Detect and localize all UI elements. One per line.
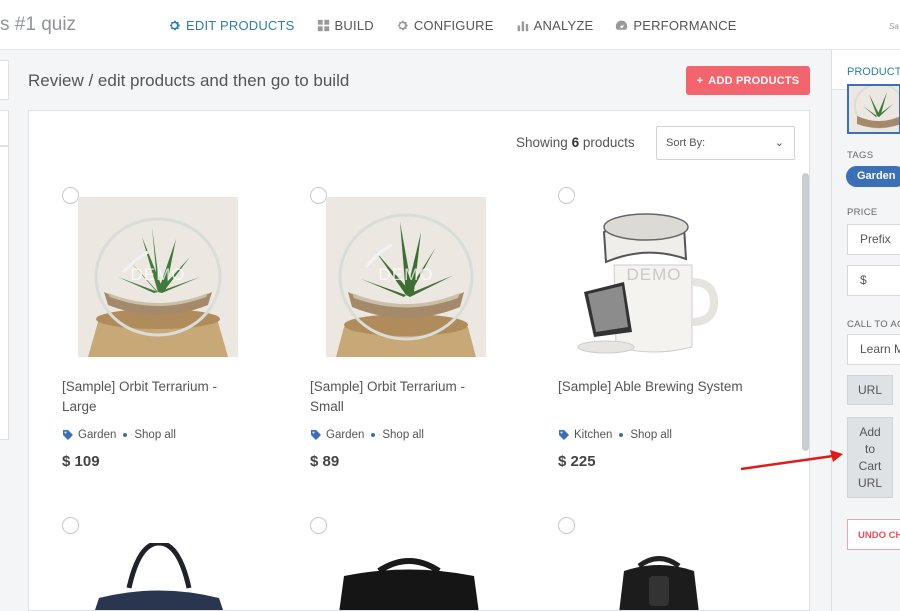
- tab-performance[interactable]: PERFORMANCE: [615, 18, 736, 33]
- demo-watermark: DEMO: [626, 265, 682, 284]
- product-detail-panel: PRODUCT TAGS Garden PRICE Prefix $ CALL …: [831, 50, 900, 611]
- product-image[interactable]: DEMO: [78, 197, 238, 357]
- tab-edit-products[interactable]: EDIT PRODUCTS: [168, 18, 295, 33]
- add-products-button[interactable]: + ADD PRODUCTS: [686, 66, 810, 95]
- product-tag: Garden: [78, 429, 117, 441]
- save-status: Sa: [889, 22, 899, 31]
- product-select-radio[interactable]: [558, 517, 575, 534]
- messenger-bag-image[interactable]: [334, 551, 484, 611]
- price-label: PRICE: [847, 207, 878, 218]
- product-count: Showing 6 products: [516, 135, 635, 150]
- scrollbar[interactable]: [802, 173, 809, 451]
- gear-icon: [397, 20, 408, 30]
- products-panel: Showing 6 products Sort By: ⌄ DEMO [Samp…: [28, 110, 810, 611]
- product-count-suffix: products: [582, 135, 635, 150]
- price-prefix-select[interactable]: Prefix: [847, 224, 900, 255]
- url-button[interactable]: URL: [847, 375, 893, 405]
- tab-edit-products-label: EDIT PRODUCTS: [186, 17, 295, 33]
- product-tags: Garden Shop all: [62, 429, 176, 441]
- product-tags: Garden Shop all: [310, 429, 424, 441]
- left-panel: [0, 50, 9, 611]
- demo-watermark: DEMO: [130, 265, 186, 284]
- plus-icon: +: [696, 74, 704, 87]
- product-thumbnail[interactable]: [847, 84, 900, 134]
- annotation-arrow: [740, 450, 843, 471]
- tags-label: TAGS: [847, 150, 874, 161]
- call-to-action-input[interactable]: Learn M: [847, 334, 900, 365]
- tag-icon: [63, 430, 73, 440]
- left-panel-item[interactable]: [0, 146, 9, 440]
- separator-dot: [371, 433, 376, 437]
- product-image[interactable]: DEMO: [574, 197, 734, 357]
- product-name[interactable]: [Sample] Able Brewing System: [558, 377, 748, 397]
- product-select-radio[interactable]: [62, 187, 79, 204]
- call-to-action-label: CALL TO AC: [847, 319, 900, 330]
- quiz-title: s #1 quiz: [0, 14, 77, 35]
- speedometer-icon: [616, 20, 628, 30]
- product-name[interactable]: [Sample] Orbit Terrarium - Large: [62, 377, 252, 417]
- tab-build-label: BUILD: [334, 17, 374, 33]
- tab-analyze[interactable]: ANALYZE: [516, 18, 594, 33]
- product-select-radio[interactable]: [62, 517, 79, 534]
- tab-analyze-label: ANALYZE: [533, 17, 594, 33]
- duffel-bag-image[interactable]: [89, 543, 229, 611]
- product-name[interactable]: [Sample] Orbit Terrarium - Small: [310, 377, 500, 417]
- product-select-radio[interactable]: [558, 187, 575, 204]
- product-tag: Kitchen: [574, 429, 613, 441]
- tab-performance-label: PERFORMANCE: [633, 17, 737, 33]
- product-category: Shop all: [134, 429, 176, 441]
- left-panel-item[interactable]: [0, 60, 9, 100]
- tab-configure[interactable]: CONFIGURE: [396, 18, 494, 33]
- terrarium-thumbnail-image: [849, 86, 899, 132]
- product-category: Shop all: [382, 429, 424, 441]
- main-nav: EDIT PRODUCTS BUILD CONFIGURE ANALYZE PE…: [168, 0, 737, 50]
- tab-configure-label: CONFIGURE: [413, 17, 494, 33]
- grid-icon: [317, 19, 329, 31]
- product-select-radio[interactable]: [310, 187, 327, 204]
- sort-by-label: Sort By:: [666, 137, 706, 149]
- product-count-prefix: Showing: [516, 135, 568, 150]
- product-image[interactable]: DEMO: [326, 197, 486, 357]
- product-tag: Garden: [326, 429, 365, 441]
- currency-field[interactable]: $: [847, 265, 900, 296]
- tag-icon: [559, 430, 569, 440]
- product-price: $ 89: [310, 453, 340, 470]
- add-products-label: ADD PRODUCTS: [708, 74, 800, 87]
- product-tags: Kitchen Shop all: [558, 429, 672, 441]
- undo-changes-button[interactable]: UNDO CH: [847, 519, 900, 550]
- product-count-number: 6: [571, 135, 580, 150]
- top-nav-bar: s #1 quiz EDIT PRODUCTS BUILD CONFIGURE …: [0, 0, 900, 50]
- demo-watermark: DEMO: [378, 265, 434, 284]
- product-price: $ 225: [558, 453, 596, 470]
- product-price: $ 109: [62, 453, 100, 470]
- left-panel-item[interactable]: [0, 110, 9, 146]
- product-select-radio[interactable]: [310, 517, 327, 534]
- chevron-down-icon: ⌄: [774, 137, 784, 149]
- tag-chip[interactable]: Garden: [846, 166, 900, 187]
- separator-dot: [123, 433, 128, 437]
- tab-build[interactable]: BUILD: [317, 18, 374, 33]
- add-to-cart-url-button[interactable]: Add to Cart URL: [847, 417, 893, 498]
- tag-icon: [311, 430, 321, 440]
- backpack-image[interactable]: [609, 551, 709, 611]
- page-heading: Review / edit products and then go to bu…: [28, 71, 350, 90]
- bar-chart-icon: [517, 20, 528, 31]
- product-category: Shop all: [630, 429, 672, 441]
- gear-icon: [170, 20, 180, 30]
- sort-by-select[interactable]: Sort By: ⌄: [656, 126, 795, 160]
- separator-dot: [619, 433, 624, 437]
